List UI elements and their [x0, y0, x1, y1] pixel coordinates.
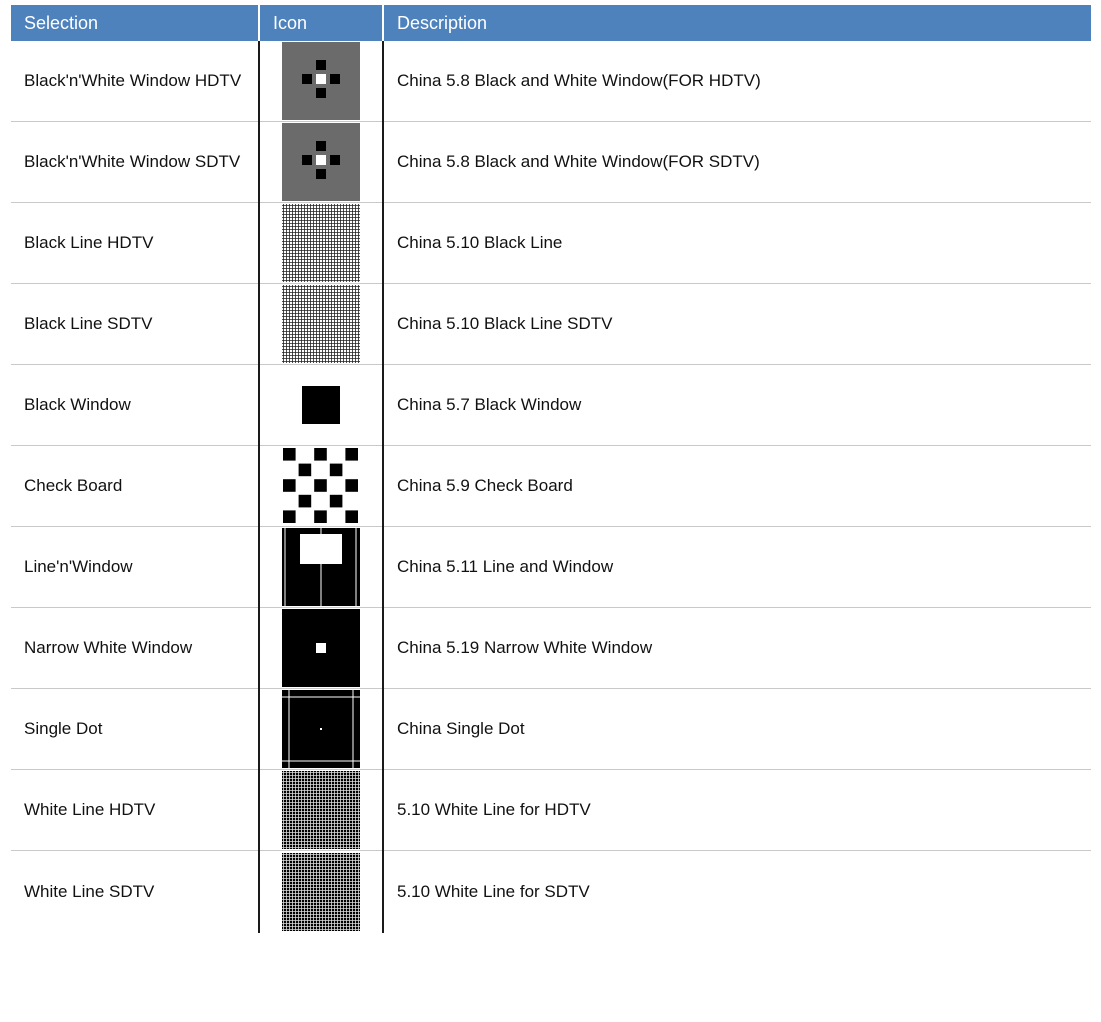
description-cell: China 5.8 Black and White Window(FOR SDT…: [383, 121, 1091, 203]
selection-cell: Check Board: [11, 445, 259, 527]
selection-cell: Single Dot: [11, 688, 259, 770]
icon-cell: [258, 41, 384, 122]
description-cell: China Single Dot: [383, 688, 1091, 770]
line-and-window-icon: [282, 528, 360, 606]
description-cell: China 5.19 Narrow White Window: [383, 607, 1091, 689]
description-cell: China 5.8 Black and White Window(FOR HDT…: [397, 71, 761, 90]
description-cell: China 5.11 Line and Window: [383, 526, 1091, 608]
table-row: Check Board China 5.9 Check Board: [11, 445, 1091, 527]
pattern-table: Selection Icon Description Black'n'White…: [11, 5, 1091, 933]
white-line-grid-icon: [282, 853, 360, 931]
description-cell: 5.10 White Line for SDTV: [383, 850, 1091, 933]
bw-window-pattern-icon: [282, 42, 360, 120]
table-row: Line'n'Window China 5.11 Line and Window: [11, 526, 1091, 608]
description-cell: 5.10 White Line for HDTV: [383, 769, 1091, 851]
table-row: Black Window China 5.7 Black Window: [11, 364, 1091, 446]
header-selection: Selection: [11, 5, 259, 41]
selection-cell: Black'n'White Window HDTV: [24, 71, 242, 90]
selection-cell: Narrow White Window: [11, 607, 259, 689]
icon-cell: [258, 121, 384, 203]
table-body: Black'n'White Window HDTV China 5.8 Black…: [11, 41, 1091, 933]
selection-cell: Black'n'White Window SDTV: [11, 121, 259, 203]
bw-window-pattern-icon: [282, 123, 360, 201]
selection-cell: Line'n'Window: [11, 526, 259, 608]
selection-cell: Black Line HDTV: [11, 202, 259, 284]
header-row: Selection Icon Description: [11, 5, 1091, 41]
icon-cell: [258, 850, 384, 933]
icon-cell: [258, 688, 384, 770]
description-cell: China 5.10 Black Line SDTV: [383, 283, 1091, 365]
selection-cell: White Line SDTV: [11, 850, 259, 933]
white-line-grid-icon: [282, 771, 360, 849]
table-row: Black Line HDTV China 5.10 Black Line: [11, 202, 1091, 284]
black-line-grid-icon: [282, 204, 360, 282]
selection-cell: White Line HDTV: [11, 769, 259, 851]
icon-cell: [258, 283, 384, 365]
table-row: Narrow White Window China 5.19 Narrow Whi…: [11, 607, 1091, 689]
description-cell: China 5.7 Black Window: [383, 364, 1091, 446]
header-description: Description: [382, 5, 1091, 41]
description-cell: China 5.10 Black Line: [383, 202, 1091, 284]
icon-cell: [258, 769, 384, 851]
table-row: Black'n'White Window HDTV China 5.8 Black…: [11, 41, 1091, 122]
black-line-grid-icon: [282, 285, 360, 363]
table-row: White Line HDTV 5.10 White Line for HDTV: [11, 769, 1091, 851]
icon-cell: [258, 526, 384, 608]
selection-cell: Black Line SDTV: [11, 283, 259, 365]
black-window-icon: [282, 366, 360, 444]
narrow-white-window-icon: [282, 609, 360, 687]
checkerboard-icon: [282, 447, 360, 525]
icon-cell: [258, 202, 384, 284]
description-cell: China 5.9 Check Board: [383, 445, 1091, 527]
header-icon: Icon: [258, 5, 383, 41]
single-dot-icon: [282, 690, 360, 768]
table-row: Black Line SDTV China 5.10 Black Line SDT…: [11, 283, 1091, 365]
table-row: White Line SDTV 5.10 White Line for SDTV: [11, 850, 1091, 933]
icon-cell: [258, 607, 384, 689]
icon-cell: [258, 445, 384, 527]
table-row: Black'n'White Window SDTV China 5.8 Black…: [11, 121, 1091, 203]
selection-cell: Black Window: [11, 364, 259, 446]
table-row: Single Dot China Single Dot: [11, 688, 1091, 770]
icon-cell: [258, 364, 384, 446]
